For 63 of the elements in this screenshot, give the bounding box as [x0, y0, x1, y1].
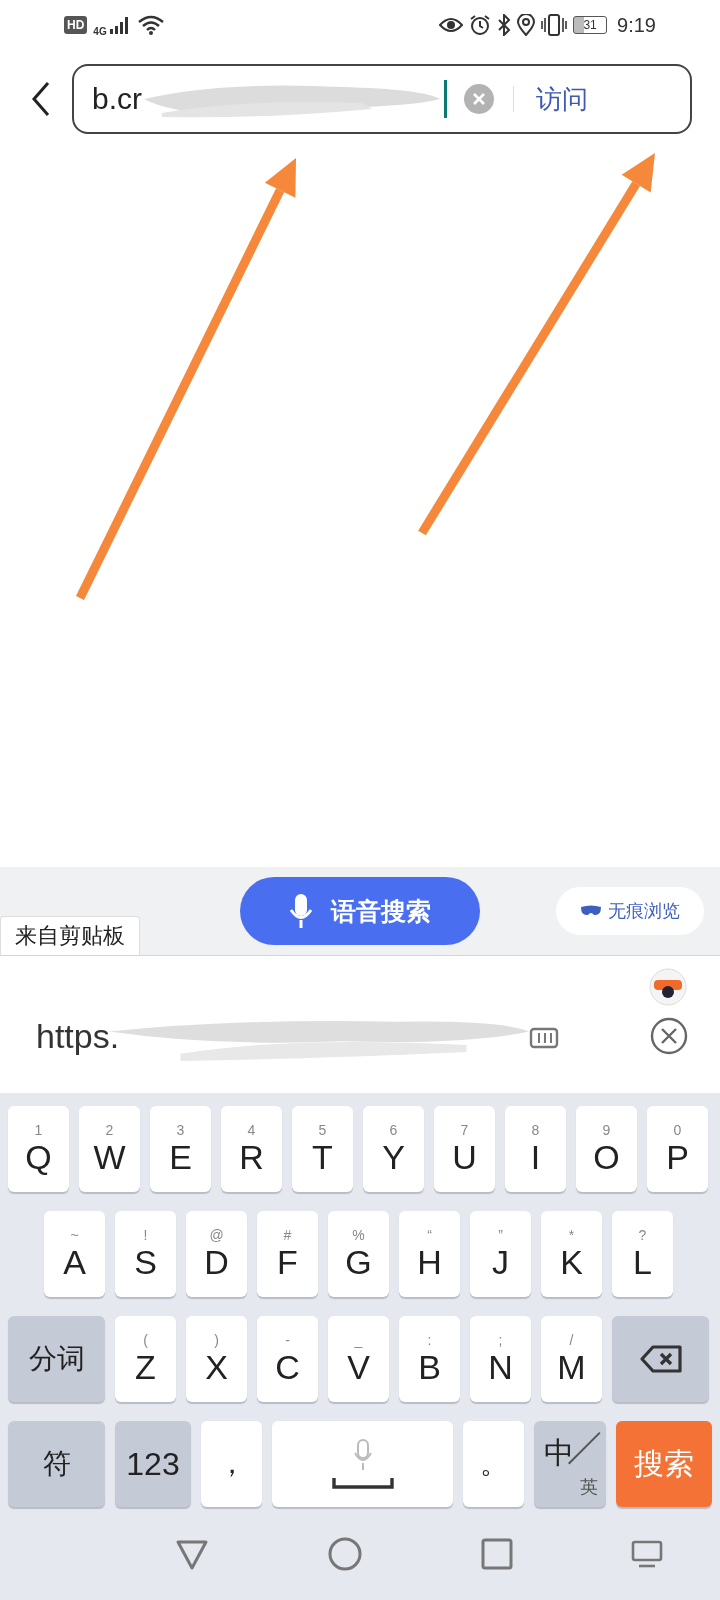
clipboard-text[interactable]: https. [36, 1016, 120, 1056]
backspace-icon [638, 1345, 683, 1373]
letter-key[interactable]: ) X [186, 1316, 247, 1402]
letter-key[interactable]: 3 E [150, 1106, 211, 1192]
function-key[interactable]: 符 [8, 1421, 105, 1507]
letter-key[interactable]: 4 R [221, 1106, 282, 1192]
letter-key[interactable]: _ V [328, 1316, 389, 1402]
letter-key[interactable]: ” J [470, 1211, 531, 1297]
incognito-button[interactable]: 无痕浏览 [556, 887, 704, 935]
battery-percent: 31 [583, 18, 597, 32]
letter-key[interactable]: @ D [186, 1211, 247, 1297]
punctuation-key[interactable]: 。 [463, 1421, 524, 1507]
home-icon[interactable] [327, 1535, 363, 1572]
letter-key[interactable]: * K [541, 1211, 602, 1297]
letter-key[interactable]: ; N [470, 1316, 531, 1402]
microphone-icon [289, 893, 313, 929]
space-key[interactable] [272, 1421, 453, 1507]
vibrate-icon [541, 14, 568, 36]
clear-icon[interactable] [463, 83, 495, 115]
wifi-icon [136, 15, 165, 35]
letter-key[interactable]: / M [541, 1316, 602, 1402]
text-cursor [444, 80, 447, 118]
letter-key[interactable]: 0 P [647, 1106, 708, 1192]
letter-key[interactable]: ? L [612, 1211, 673, 1297]
language-key[interactable]: 中 英 [534, 1421, 606, 1507]
letter-key[interactable]: 1 Q [8, 1106, 69, 1192]
letter-key[interactable]: ! S [115, 1211, 176, 1297]
letter-key[interactable]: ~ A [44, 1211, 105, 1297]
address-field[interactable]: b.cr 访问 [72, 64, 692, 134]
clock-time: 9:19 [617, 13, 656, 37]
letter-key[interactable]: ( Z [115, 1316, 176, 1402]
space-bar-icon [331, 1477, 394, 1489]
letter-key[interactable]: 6 Y [363, 1106, 424, 1192]
letter-key[interactable]: # F [257, 1211, 318, 1297]
letter-key[interactable]: 2 W [79, 1106, 140, 1192]
letter-key[interactable]: 8 I [505, 1106, 566, 1192]
close-icon[interactable] [650, 1017, 688, 1055]
letter-key[interactable]: % G [328, 1211, 389, 1297]
letter-key[interactable]: - C [257, 1316, 318, 1402]
hd-badge: HD [64, 16, 88, 34]
letter-key[interactable]: “ H [399, 1211, 460, 1297]
punctuation-key[interactable]: ， [201, 1421, 262, 1507]
eye-icon [439, 16, 464, 34]
recents-icon[interactable] [481, 1537, 513, 1570]
mask-icon [580, 905, 602, 917]
visit-link[interactable]: 访问 [536, 81, 588, 117]
alarm-clock-icon [469, 14, 492, 36]
bluetooth-icon [497, 14, 512, 36]
voice-search-button[interactable]: 语音搜索 [240, 877, 480, 945]
letter-key[interactable]: 5 T [292, 1106, 353, 1192]
back-icon[interactable] [30, 81, 52, 117]
microphone-icon [352, 1439, 373, 1471]
numbers-key[interactable]: 123 [115, 1421, 191, 1507]
backspace-key[interactable] [612, 1316, 709, 1402]
letter-key[interactable]: 7 U [434, 1106, 495, 1192]
location-pin-icon [517, 14, 536, 36]
mascot-icon [648, 966, 688, 1006]
network-type: 4G [93, 25, 107, 37]
signal-icon [108, 16, 131, 34]
clipboard-tab[interactable]: 来自剪贴板 [0, 916, 140, 955]
letter-key[interactable]: : B [399, 1316, 460, 1402]
function-key[interactable]: 分词 [8, 1316, 105, 1402]
letter-key[interactable]: 9 O [576, 1106, 637, 1192]
